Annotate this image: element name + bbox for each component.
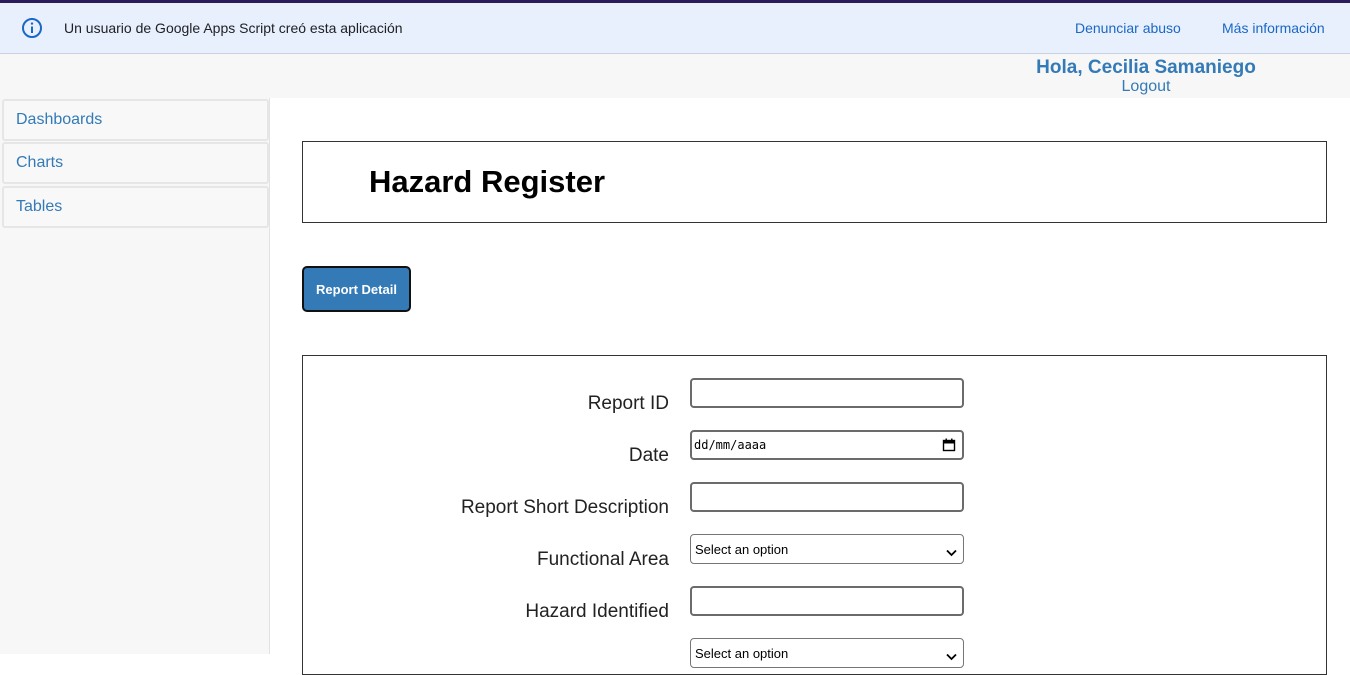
report-id-field[interactable] (690, 378, 964, 408)
sidebar: Dashboards Charts Tables (0, 98, 270, 654)
page-title: Hazard Register (369, 164, 606, 199)
report-abuse-link[interactable]: Denunciar abuso (1075, 20, 1181, 36)
short-description-field[interactable] (690, 482, 964, 512)
calendar-icon[interactable] (942, 438, 956, 452)
report-id-label: Report ID (587, 393, 669, 414)
sidebar-item-charts[interactable]: Charts (2, 142, 269, 184)
date-placeholder: dd/mm/aaaa (694, 438, 767, 452)
date-label: Date (628, 445, 669, 466)
functional-area-select[interactable]: Select an option (690, 534, 964, 564)
next-option-selected: Select an option (695, 645, 789, 661)
functional-area-selected: Select an option (695, 541, 789, 557)
short-description-label: Report Short Description (460, 497, 669, 518)
report-detail-button[interactable]: Report Detail (302, 266, 411, 312)
apps-script-banner: Un usuario de Google Apps Script creó es… (0, 3, 1350, 54)
chevron-down-icon (946, 545, 957, 557)
report-form: Report ID Date dd/mm/aaaa Report Short D… (302, 355, 1327, 675)
sidebar-item-tables[interactable]: Tables (2, 186, 269, 228)
functional-area-label: Functional Area (536, 549, 669, 570)
hazard-identified-label: Hazard Identified (525, 601, 669, 622)
banner-message: Un usuario de Google Apps Script creó es… (64, 20, 403, 36)
date-field[interactable]: dd/mm/aaaa (690, 430, 964, 460)
page-title-box: Hazard Register (302, 141, 1327, 223)
next-option-select[interactable]: Select an option (690, 638, 964, 668)
hazard-identified-field[interactable] (690, 586, 964, 616)
user-header: Hola, Cecilia Samaniego Logout (0, 54, 1350, 98)
sidebar-item-dashboards[interactable]: Dashboards (2, 99, 269, 141)
info-icon (21, 17, 43, 39)
chevron-down-icon (946, 649, 957, 661)
user-greeting: Hola, Cecilia Samaniego (1036, 57, 1256, 78)
more-info-link[interactable]: Más información (1222, 20, 1325, 36)
logout-link[interactable]: Logout (1000, 78, 1292, 96)
